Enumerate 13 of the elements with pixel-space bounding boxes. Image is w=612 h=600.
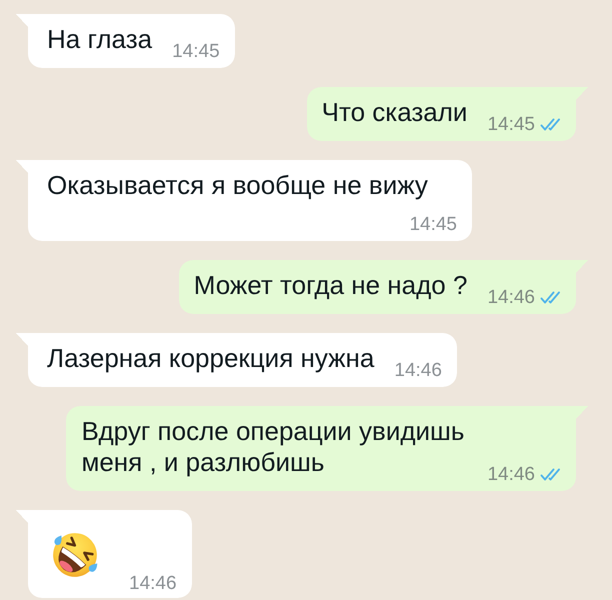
message-time: 14:46 <box>487 465 535 485</box>
message-text: Лазерная коррекция нужна <box>47 343 374 374</box>
message-text: Оказывается я вообще не вижу <box>47 170 428 201</box>
message-text: На глаза <box>47 24 152 55</box>
message-time: 14:45 <box>409 215 457 235</box>
message-time: 14:46 <box>487 288 535 308</box>
message-time: 14:46 <box>394 361 442 381</box>
message-text: Вдруг после операции увидишь меня , и разлюбишь <box>81 416 466 478</box>
message-time: 14:46 <box>129 574 177 594</box>
message-text: Что сказали <box>322 97 468 128</box>
message-time: 14:45 <box>487 115 535 135</box>
message-time: 14:45 <box>172 42 220 62</box>
message-text: Может тогда не надо ? <box>194 270 468 301</box>
